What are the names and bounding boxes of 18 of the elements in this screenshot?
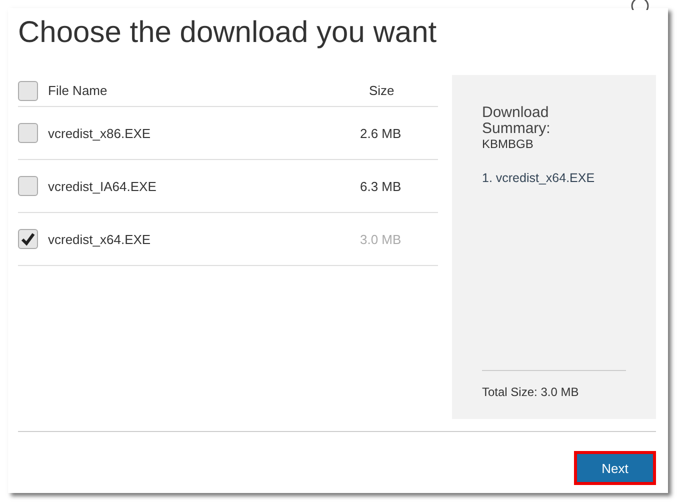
summary-code: KBMBGB: [482, 137, 534, 151]
column-header: Size: [368, 83, 396, 98]
summary-item: 1. vcredist_x64.EXE: [482, 171, 596, 185]
file-name: vcredist_x64.EXE: [48, 232, 152, 246]
checkbox[interactable]: [18, 123, 38, 143]
file-size: 3.0 MB: [360, 232, 402, 246]
file-size: 6.3 MB: [360, 178, 402, 194]
file-size: 2.6 MB: [360, 126, 402, 140]
file-name: vcredist_IA64.EXE: [48, 178, 158, 194]
column-header: File Name: [48, 83, 108, 98]
dialog-title: Choose the download you want: [18, 15, 438, 51]
select-all-checkbox[interactable]: [18, 80, 38, 100]
file-name: vcredist_x86.EXE: [48, 126, 152, 140]
checkbox[interactable]: [18, 176, 38, 196]
summary-heading: Download Summary:: [482, 105, 552, 137]
checkbox[interactable]: [18, 229, 38, 249]
next-button[interactable]: Next: [574, 451, 656, 485]
total-size: Total Size: 3.0 MB: [482, 385, 580, 399]
